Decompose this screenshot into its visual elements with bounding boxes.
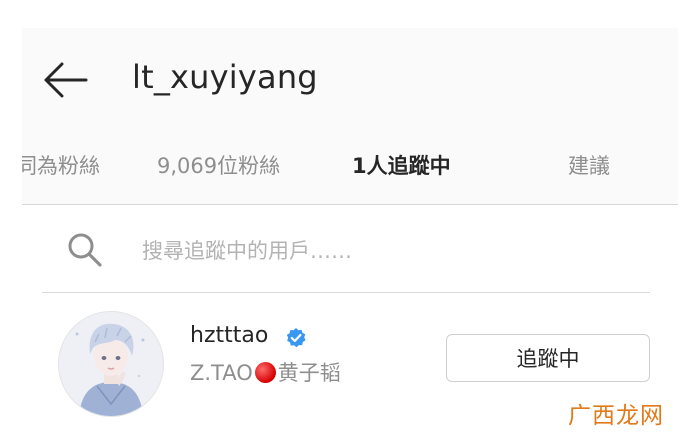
full-name-suffix: 黄子韬 — [277, 361, 341, 385]
back-arrow-icon[interactable] — [42, 62, 88, 98]
avatar[interactable] — [58, 311, 164, 417]
search-row — [22, 205, 678, 293]
tab-following[interactable]: 1人追蹤中 — [352, 150, 451, 180]
tab-followers[interactable]: 9,069位粉絲 — [157, 150, 280, 180]
search-input[interactable] — [142, 231, 602, 271]
avatar-illustration — [59, 312, 163, 416]
tab-mutual-followers[interactable]: 同為粉絲 — [22, 150, 100, 180]
verified-badge-icon — [286, 328, 306, 348]
search-icon — [68, 233, 102, 267]
header: lt_xuyiyang — [22, 28, 678, 128]
tab-bar: 同為粉絲 9,069位粉絲 1人追蹤中 建議 — [22, 134, 678, 207]
watermark-text: 广西龙网 — [568, 403, 664, 429]
tab-suggestions[interactable]: 建議 — [568, 150, 610, 180]
full-name: Z.TAO 黄子韬 — [190, 357, 341, 387]
username[interactable]: hztttao — [190, 323, 268, 348]
app-screen: lt_xuyiyang 同為粉絲 9,069位粉絲 1人追蹤中 建議 搜尋追蹤中… — [22, 28, 678, 438]
full-name-prefix: Z.TAO — [190, 361, 253, 385]
following-button[interactable]: 追蹤中 — [446, 334, 650, 382]
page-title: lt_xuyiyang — [132, 58, 318, 96]
red-circle-emoji-icon — [254, 362, 276, 383]
